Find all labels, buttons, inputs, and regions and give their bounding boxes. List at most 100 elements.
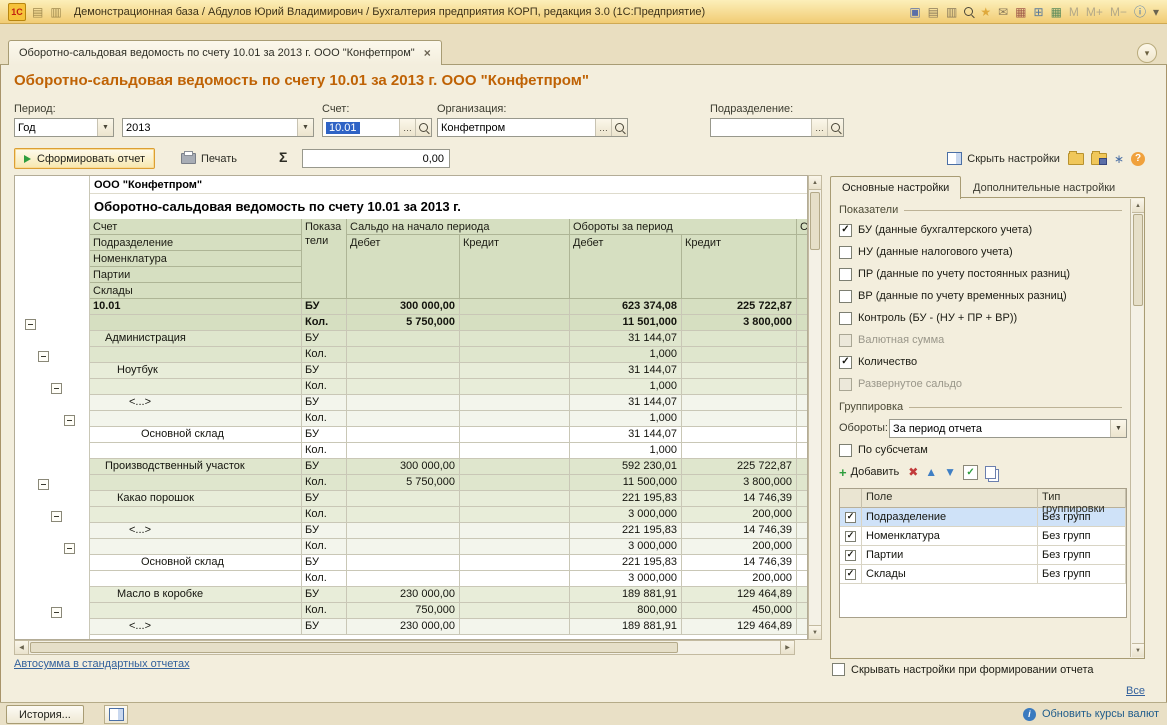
report-cell[interactable] (797, 299, 808, 315)
checkbox-icon[interactable] (832, 663, 845, 676)
report-cell-label[interactable]: Администрация (90, 331, 302, 347)
report-cell[interactable]: 31 144,07 (570, 395, 682, 411)
copy-icon[interactable] (985, 466, 996, 479)
report-cell[interactable] (797, 427, 808, 443)
checkbox-icon[interactable] (845, 512, 856, 523)
ellipsis-icon[interactable]: … (595, 119, 611, 136)
report-cell[interactable]: 750,000 (347, 603, 460, 619)
tree-collapse-toggle[interactable] (64, 415, 75, 426)
open-document-icon[interactable]: ▥ (50, 6, 61, 18)
report-cell[interactable]: БУ (302, 587, 347, 603)
print-icon[interactable]: ▤ (928, 6, 939, 18)
report-cell[interactable] (347, 331, 460, 347)
report-cell[interactable] (460, 523, 570, 539)
report-cell[interactable]: 11 501,000 (570, 315, 682, 331)
report-cell[interactable] (682, 363, 797, 379)
report-cell[interactable] (460, 363, 570, 379)
report-cell[interactable] (460, 475, 570, 491)
tab-additional-settings[interactable]: Дополнительные настройки (963, 178, 1125, 198)
grouping-row[interactable]: ПартииБез групп (840, 546, 1126, 565)
tree-collapse-toggle[interactable] (64, 543, 75, 554)
report-cell[interactable] (460, 443, 570, 459)
report-cell-label[interactable]: 10.01 (90, 299, 302, 315)
scroll-down-icon[interactable]: ▼ (809, 625, 821, 639)
report-cell[interactable] (797, 475, 808, 491)
period-type-combo[interactable]: Год ▼ (14, 118, 114, 137)
help-icon[interactable]: ? (1131, 152, 1145, 166)
tree-collapse-toggle[interactable] (38, 351, 49, 362)
report-cell-label[interactable] (90, 411, 302, 427)
report-cell[interactable] (347, 555, 460, 571)
report-cell[interactable]: 3 800,000 (682, 475, 797, 491)
checkbox-icon[interactable] (839, 268, 852, 281)
report-cell[interactable]: 3 800,000 (682, 315, 797, 331)
report-cell[interactable]: 189 881,91 (570, 619, 682, 635)
report-cell-label[interactable] (90, 539, 302, 555)
checkbox-icon[interactable] (845, 550, 856, 561)
report-cell[interactable]: Кол. (302, 571, 347, 587)
report-cell[interactable]: 14 746,39 (682, 555, 797, 571)
report-cell[interactable] (460, 395, 570, 411)
hide-settings-button[interactable]: Скрыть настройки (947, 152, 1060, 165)
report-cell[interactable] (460, 427, 570, 443)
report-cell[interactable]: 230 000,00 (347, 587, 460, 603)
open-windows-dropdown[interactable]: ▾ (1137, 43, 1157, 63)
organization-field[interactable]: Конфетпром … (437, 118, 628, 137)
tree-collapse-toggle[interactable] (25, 319, 36, 330)
report-cell[interactable] (797, 459, 808, 475)
department-field[interactable]: … (710, 118, 844, 137)
report-cell-label[interactable]: <...> (90, 395, 302, 411)
report-cell[interactable] (682, 395, 797, 411)
chevron-down-icon[interactable]: ▼ (297, 119, 313, 136)
report-cell[interactable]: 5 750,000 (347, 315, 460, 331)
report-cell[interactable]: 230 000,00 (347, 619, 460, 635)
grouping-row[interactable]: СкладыБез групп (840, 565, 1126, 584)
report-cell[interactable]: 1,000 (570, 347, 682, 363)
magnifier-icon[interactable] (415, 119, 431, 136)
autosum-value-field[interactable]: 0,00 (302, 149, 450, 168)
account-field[interactable]: 10.01 … (322, 118, 432, 137)
report-cell[interactable] (460, 571, 570, 587)
report-cell-label[interactable] (90, 571, 302, 587)
report-cell[interactable]: 300 000,00 (347, 459, 460, 475)
report-cell[interactable] (797, 331, 808, 347)
report-cell[interactable] (797, 395, 808, 411)
report-cell[interactable] (460, 587, 570, 603)
report-cell[interactable]: Кол. (302, 315, 347, 331)
show-windows-button[interactable] (104, 705, 128, 724)
report-cell[interactable]: Кол. (302, 443, 347, 459)
report-cell[interactable]: БУ (302, 491, 347, 507)
delete-icon[interactable]: ✖ (908, 466, 918, 478)
checkbox-icon[interactable] (839, 290, 852, 303)
report-cell[interactable]: 1,000 (570, 443, 682, 459)
report-cell-label[interactable] (90, 603, 302, 619)
tree-collapse-toggle[interactable] (51, 383, 62, 394)
report-cell[interactable]: БУ (302, 555, 347, 571)
report-cell[interactable]: 225 722,87 (682, 299, 797, 315)
report-cell[interactable] (460, 491, 570, 507)
preview-icon[interactable]: ▥ (946, 6, 957, 18)
report-cell[interactable]: Кол. (302, 475, 347, 491)
magnifier-icon[interactable] (611, 119, 627, 136)
report-cell[interactable] (682, 347, 797, 363)
save-icon[interactable]: ▣ (909, 6, 920, 18)
report-cell[interactable] (460, 315, 570, 331)
report-cell[interactable]: БУ (302, 427, 347, 443)
report-cell[interactable]: БУ (302, 299, 347, 315)
new-document-icon[interactable]: ▤ (32, 6, 43, 18)
report-cell-label[interactable]: <...> (90, 619, 302, 635)
memory-m-plus-icon[interactable]: M+ (1086, 6, 1103, 18)
report-cell[interactable] (347, 507, 460, 523)
report-cell-label[interactable] (90, 347, 302, 363)
tree-collapse-toggle[interactable] (51, 607, 62, 618)
checkbox-icon[interactable] (845, 531, 856, 542)
report-cell[interactable]: БУ (302, 331, 347, 347)
report-cell[interactable]: БУ (302, 395, 347, 411)
report-cell-label[interactable]: Ноутбук (90, 363, 302, 379)
checkbox-icon[interactable] (839, 312, 852, 325)
report-cell[interactable] (797, 587, 808, 603)
print-button[interactable]: Печать (175, 148, 243, 169)
report-cell[interactable] (460, 603, 570, 619)
report-cell-label[interactable] (90, 315, 302, 331)
report-cell[interactable]: 200,000 (682, 571, 797, 587)
